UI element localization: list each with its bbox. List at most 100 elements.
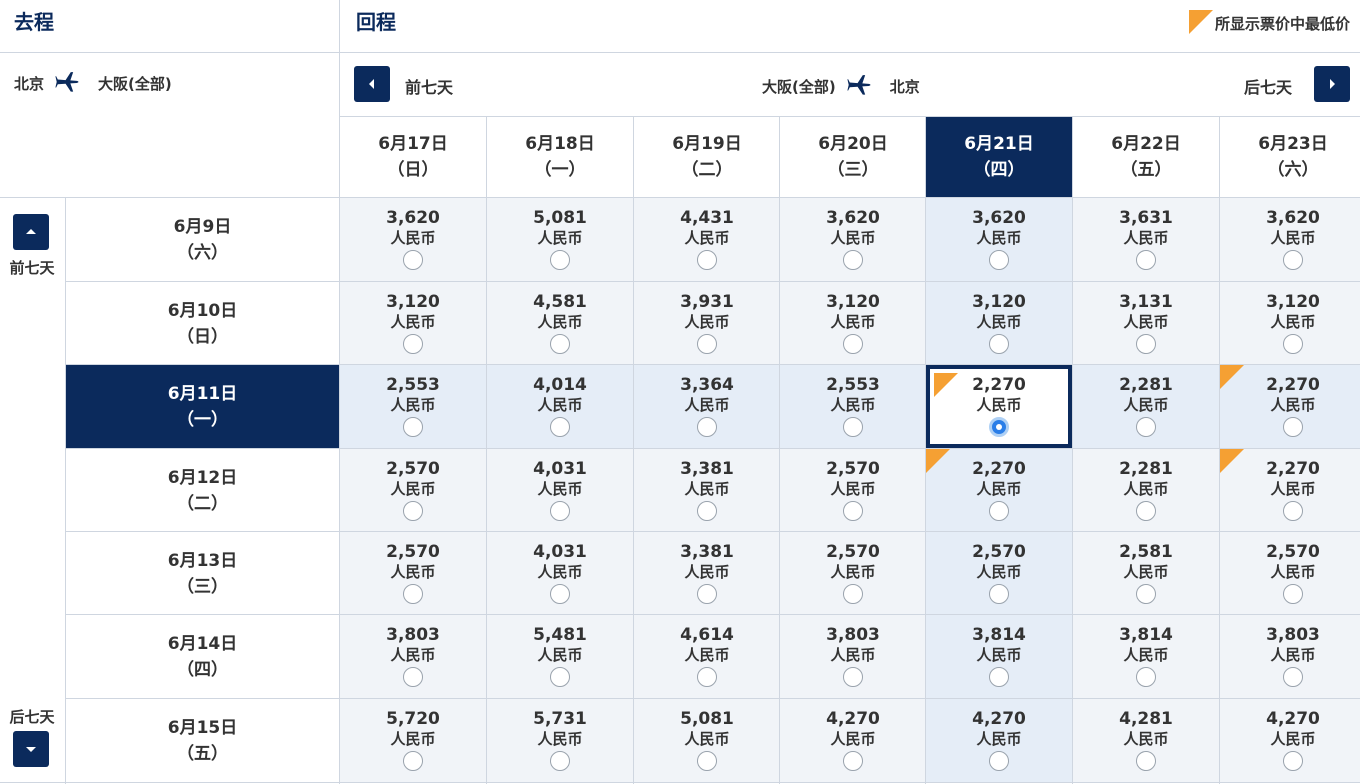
fare-radio-button[interactable] <box>989 334 1009 354</box>
fare-radio-button[interactable] <box>697 250 717 270</box>
prev-week-inbound-button[interactable] <box>354 66 390 102</box>
fare-cell[interactable]: 2,570 人民币 <box>780 532 926 615</box>
fare-cell[interactable]: 3,364 人民币 <box>634 365 780 448</box>
fare-cell[interactable]: 3,131 人民币 <box>1073 282 1219 365</box>
fare-cell[interactable]: 4,614 人民币 <box>634 615 780 698</box>
fare-cell[interactable]: 3,120 人民币 <box>926 282 1072 365</box>
fare-radio-button[interactable] <box>1283 751 1303 771</box>
prev-week-outbound-label[interactable]: 前七天 <box>0 257 64 278</box>
fare-radio-button[interactable] <box>697 667 717 687</box>
fare-cell[interactable]: 4,281 人民币 <box>1073 699 1219 782</box>
fare-radio-button[interactable] <box>989 667 1009 687</box>
fare-radio-button[interactable] <box>1136 334 1156 354</box>
fare-cell[interactable]: 4,581 人民币 <box>487 282 633 365</box>
fare-cell[interactable]: 2,581 人民币 <box>1073 532 1219 615</box>
fare-cell[interactable]: 4,270 人民币 <box>780 699 926 782</box>
fare-radio-button[interactable] <box>403 250 423 270</box>
fare-radio-button[interactable] <box>1136 501 1156 521</box>
fare-cell[interactable]: 2,570 人民币 <box>340 532 486 615</box>
fare-radio-button[interactable] <box>989 417 1009 437</box>
fare-radio-button[interactable] <box>1283 417 1303 437</box>
fare-cell[interactable]: 4,031 人民币 <box>487 449 633 532</box>
fare-cell[interactable]: 3,620 人民币 <box>780 198 926 281</box>
fare-radio-button[interactable] <box>1283 250 1303 270</box>
fare-cell[interactable]: 2,570 人民币 <box>780 449 926 532</box>
fare-radio-button[interactable] <box>403 667 423 687</box>
fare-cell[interactable]: 2,270 人民币 <box>926 449 1072 532</box>
fare-radio-button[interactable] <box>1136 667 1156 687</box>
fare-cell[interactable]: 2,281 人民币 <box>1073 449 1219 532</box>
fare-radio-button[interactable] <box>843 751 863 771</box>
fare-cell[interactable]: 5,731 人民币 <box>487 699 633 782</box>
fare-cell[interactable]: 2,270 人民币 <box>1220 449 1360 532</box>
fare-radio-button[interactable] <box>1136 584 1156 604</box>
fare-radio-button[interactable] <box>550 667 570 687</box>
fare-radio-button[interactable] <box>550 417 570 437</box>
fare-radio-button[interactable] <box>697 417 717 437</box>
fare-cell[interactable]: 3,120 人民币 <box>340 282 486 365</box>
fare-radio-button[interactable] <box>843 417 863 437</box>
fare-radio-button[interactable] <box>1136 751 1156 771</box>
fare-cell[interactable]: 3,931 人民币 <box>634 282 780 365</box>
fare-cell[interactable]: 3,120 人民币 <box>1220 282 1360 365</box>
fare-radio-button[interactable] <box>697 501 717 521</box>
fare-radio-button[interactable] <box>1283 584 1303 604</box>
fare-radio-button[interactable] <box>843 250 863 270</box>
fare-cell[interactable]: 3,120 人民币 <box>780 282 926 365</box>
fare-cell[interactable]: 5,081 人民币 <box>487 198 633 281</box>
fare-cell[interactable]: 2,553 人民币 <box>340 365 486 448</box>
next-week-outbound-label[interactable]: 后七天 <box>0 706 64 727</box>
fare-radio-button[interactable] <box>1283 667 1303 687</box>
fare-cell[interactable]: 3,620 人民币 <box>340 198 486 281</box>
fare-radio-button[interactable] <box>989 501 1009 521</box>
fare-cell[interactable]: 4,431 人民币 <box>634 198 780 281</box>
fare-radio-button[interactable] <box>550 501 570 521</box>
fare-radio-button[interactable] <box>843 334 863 354</box>
prev-week-inbound-label[interactable]: 前七天 <box>405 74 453 98</box>
fare-radio-button[interactable] <box>843 667 863 687</box>
fare-radio-button[interactable] <box>697 584 717 604</box>
fare-cell[interactable]: 4,270 人民币 <box>926 699 1072 782</box>
fare-cell[interactable]: 4,014 人民币 <box>487 365 633 448</box>
fare-cell[interactable]: 3,803 人民币 <box>340 615 486 698</box>
fare-radio-button[interactable] <box>1136 417 1156 437</box>
next-week-outbound-button[interactable] <box>13 731 49 767</box>
fare-cell[interactable]: 3,814 人民币 <box>926 615 1072 698</box>
fare-cell[interactable]: 3,803 人民币 <box>1220 615 1360 698</box>
fare-radio-button[interactable] <box>1283 501 1303 521</box>
fare-radio-button[interactable] <box>1136 250 1156 270</box>
fare-radio-button[interactable] <box>403 751 423 771</box>
fare-radio-button[interactable] <box>550 334 570 354</box>
fare-radio-button[interactable] <box>697 751 717 771</box>
fare-cell[interactable]: 3,381 人民币 <box>634 449 780 532</box>
next-week-inbound-label[interactable]: 后七天 <box>1244 74 1292 98</box>
fare-cell[interactable]: 3,814 人民币 <box>1073 615 1219 698</box>
fare-cell[interactable]: 3,620 人民币 <box>926 198 1072 281</box>
fare-radio-button[interactable] <box>843 501 863 521</box>
fare-cell[interactable]: 2,270 人民币 <box>926 365 1072 448</box>
fare-cell[interactable]: 5,481 人民币 <box>487 615 633 698</box>
fare-radio-button[interactable] <box>550 250 570 270</box>
fare-cell[interactable]: 3,631 人民币 <box>1073 198 1219 281</box>
prev-week-outbound-button[interactable] <box>13 214 49 250</box>
fare-cell[interactable]: 4,031 人民币 <box>487 532 633 615</box>
fare-cell[interactable]: 2,570 人民币 <box>340 449 486 532</box>
fare-radio-button[interactable] <box>1283 334 1303 354</box>
fare-radio-button[interactable] <box>403 584 423 604</box>
fare-cell[interactable]: 2,570 人民币 <box>1220 532 1360 615</box>
fare-cell[interactable]: 2,553 人民币 <box>780 365 926 448</box>
fare-radio-button[interactable] <box>550 584 570 604</box>
fare-radio-button[interactable] <box>403 417 423 437</box>
fare-radio-button[interactable] <box>403 334 423 354</box>
fare-radio-button[interactable] <box>989 584 1009 604</box>
fare-cell[interactable]: 5,081 人民币 <box>634 699 780 782</box>
fare-cell[interactable]: 3,381 人民币 <box>634 532 780 615</box>
fare-cell[interactable]: 3,803 人民币 <box>780 615 926 698</box>
fare-cell[interactable]: 5,720 人民币 <box>340 699 486 782</box>
fare-radio-button[interactable] <box>989 250 1009 270</box>
fare-radio-button[interactable] <box>989 751 1009 771</box>
fare-cell[interactable]: 2,570 人民币 <box>926 532 1072 615</box>
fare-radio-button[interactable] <box>550 751 570 771</box>
fare-radio-button[interactable] <box>403 501 423 521</box>
fare-cell[interactable]: 2,281 人民币 <box>1073 365 1219 448</box>
